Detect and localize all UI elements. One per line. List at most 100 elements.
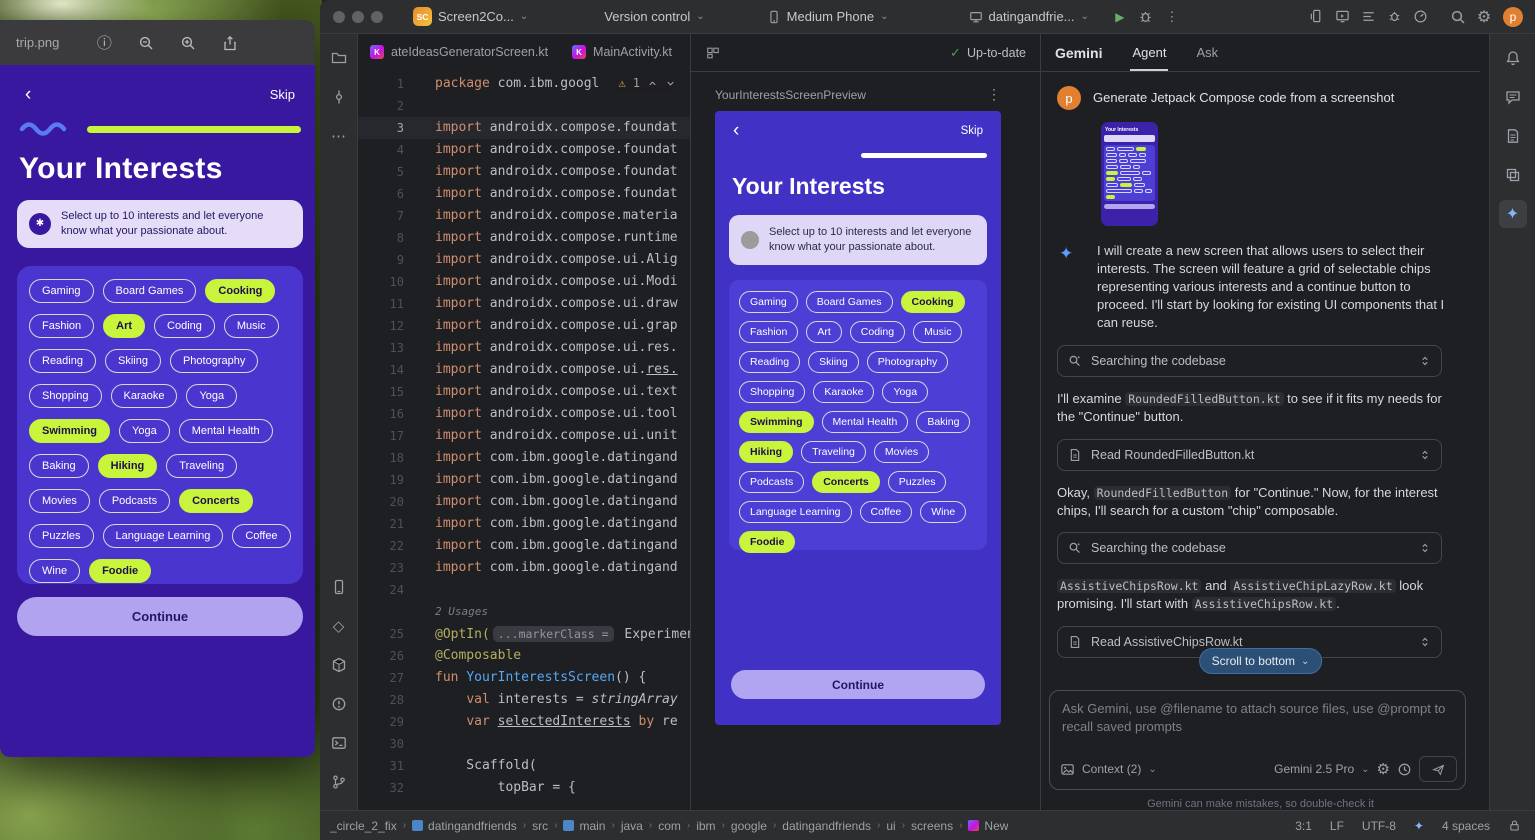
- code-line[interactable]: 20import com.ibm.google.datingand: [358, 491, 690, 513]
- expander-icon[interactable]: [1419, 355, 1431, 367]
- indent-setting[interactable]: 4 spaces: [1442, 819, 1490, 833]
- code-line[interactable]: 25@OptIn(...markerClass = Experiment: [358, 623, 690, 645]
- tab-agent[interactable]: Agent: [1132, 34, 1166, 71]
- zoom-in-icon[interactable]: [177, 32, 199, 54]
- agent-action-chip[interactable]: Searching the codebase: [1057, 532, 1442, 564]
- build-tool-icon[interactable]: [325, 651, 353, 679]
- attached-screenshot-thumbnail[interactable]: Your Interests: [1101, 122, 1158, 226]
- editor-tab[interactable]: KMainActivity.kt: [560, 34, 684, 70]
- lock-icon[interactable]: [1508, 819, 1521, 832]
- agent-action-chip[interactable]: Read RoundedFilledButton.kt: [1057, 439, 1442, 471]
- next-issue-icon[interactable]: [665, 78, 676, 89]
- project-widget[interactable]: SC Screen2Co... ⌄: [405, 4, 536, 30]
- code-line[interactable]: 7import androidx.compose.materia: [358, 205, 690, 227]
- breadcrumb-item[interactable]: screens: [911, 819, 953, 833]
- ai-chat-icon[interactable]: [1499, 83, 1527, 111]
- code-line[interactable]: 24: [358, 579, 690, 601]
- version-control-tool-icon[interactable]: [325, 768, 353, 796]
- device-explorer-icon[interactable]: [1499, 122, 1527, 150]
- code-line[interactable]: 4import androidx.compose.foundat: [358, 139, 690, 161]
- agent-action-chip[interactable]: Searching the codebase: [1057, 345, 1442, 377]
- code-line[interactable]: 13import androidx.compose.ui.res.: [358, 337, 690, 359]
- close-window-button[interactable]: [333, 11, 345, 23]
- preview-more-icon[interactable]: ⋮: [987, 86, 1001, 103]
- send-button[interactable]: [1419, 756, 1457, 782]
- code-line[interactable]: 22import com.ibm.google.datingand: [358, 535, 690, 557]
- preview-layout-icon[interactable]: [701, 41, 725, 65]
- code-line[interactable]: 2 Usages: [358, 601, 690, 623]
- gemini-settings-icon[interactable]: ⚙: [1377, 760, 1390, 778]
- layout-inspector-icon[interactable]: [1499, 161, 1527, 189]
- more-tool-windows-icon[interactable]: ⋯: [325, 122, 353, 150]
- breadcrumb-item[interactable]: google: [731, 819, 767, 833]
- app-insights-icon[interactable]: [1381, 4, 1407, 30]
- info-icon[interactable]: ⓘ: [93, 32, 115, 54]
- code-line[interactable]: 5import androidx.compose.foundat: [358, 161, 690, 183]
- logcat-icon[interactable]: [1355, 4, 1381, 30]
- breadcrumb-item[interactable]: _circle_2_fix: [330, 819, 397, 833]
- code-line[interactable]: 17import androidx.compose.ui.unit: [358, 425, 690, 447]
- code-line[interactable]: 29 var selectedInterests by re: [358, 711, 690, 733]
- model-selector[interactable]: Gemini 2.5 Pro: [1274, 762, 1354, 776]
- zoom-out-icon[interactable]: [135, 32, 157, 54]
- running-devices-icon[interactable]: [1329, 4, 1355, 30]
- code-line[interactable]: 12import androidx.compose.ui.grap: [358, 315, 690, 337]
- history-icon[interactable]: [1397, 762, 1412, 777]
- scroll-to-bottom-button[interactable]: Scroll to bottom ⌄: [1199, 648, 1323, 674]
- inspections-widget[interactable]: ⚠ 1: [615, 74, 680, 92]
- gemini-icon[interactable]: ✦: [1499, 200, 1527, 228]
- breadcrumb-item[interactable]: datingandfriends: [782, 819, 871, 833]
- profiler-icon[interactable]: [1407, 4, 1433, 30]
- share-icon[interactable]: [219, 32, 241, 54]
- editor-tab[interactable]: KateIdeasGeneratorScreen.kt: [358, 34, 560, 70]
- expander-icon[interactable]: [1419, 636, 1431, 648]
- prev-issue-icon[interactable]: [647, 78, 658, 89]
- minimize-window-button[interactable]: [352, 11, 364, 23]
- vcs-widget[interactable]: Version control ⌄: [596, 4, 712, 30]
- notifications-icon[interactable]: [1499, 44, 1527, 72]
- expander-icon[interactable]: [1419, 449, 1431, 461]
- code-line[interactable]: 19import com.ibm.google.datingand: [358, 469, 690, 491]
- code-line[interactable]: 3import androidx.compose.foundat: [358, 117, 690, 139]
- breadcrumb-item[interactable]: main: [563, 819, 605, 833]
- code-line[interactable]: 32 topBar = {: [358, 777, 690, 799]
- code-line[interactable]: 23import com.ibm.google.datingand: [358, 557, 690, 579]
- search-icon[interactable]: [1445, 4, 1471, 30]
- device-manager-icon[interactable]: [1303, 4, 1329, 30]
- problems-tool-icon[interactable]: [325, 690, 353, 718]
- settings-icon[interactable]: ⚙: [1471, 4, 1497, 30]
- breadcrumb-item[interactable]: datingandfriends: [412, 819, 517, 833]
- gem-tool-icon[interactable]: ◇: [325, 612, 353, 640]
- file-encoding[interactable]: UTF-8: [1362, 819, 1396, 833]
- code-line[interactable]: 11import androidx.compose.ui.draw: [358, 293, 690, 315]
- commit-tool-icon[interactable]: [325, 83, 353, 111]
- user-avatar[interactable]: p: [1503, 7, 1523, 27]
- breadcrumb-item[interactable]: java: [621, 819, 643, 833]
- code-line[interactable]: 6import androidx.compose.foundat: [358, 183, 690, 205]
- code-line[interactable]: 15import androidx.compose.ui.text: [358, 381, 690, 403]
- terminal-tool-icon[interactable]: [325, 729, 353, 757]
- project-tool-icon[interactable]: [325, 44, 353, 72]
- code-line[interactable]: 28 val interests = stringArray: [358, 689, 690, 711]
- caret-position[interactable]: 3:1: [1295, 819, 1312, 833]
- device-mirroring-icon[interactable]: [325, 573, 353, 601]
- run-configuration-selector[interactable]: datingandfrie... ⌄: [961, 4, 1097, 30]
- run-button[interactable]: ▶: [1107, 4, 1133, 30]
- more-actions-icon[interactable]: ⋮: [1159, 4, 1185, 30]
- code-line[interactable]: 9import androidx.compose.ui.Alig: [358, 249, 690, 271]
- debug-button[interactable]: [1133, 4, 1159, 30]
- device-selector[interactable]: Medium Phone ⌄: [759, 4, 897, 30]
- code-line[interactable]: 14import androidx.compose.ui.res.: [358, 359, 690, 381]
- gemini-status-icon[interactable]: ✦: [1414, 819, 1424, 833]
- code-line[interactable]: 18import com.ibm.google.datingand: [358, 447, 690, 469]
- code-line[interactable]: 8import androidx.compose.runtime: [358, 227, 690, 249]
- code-line[interactable]: 30: [358, 733, 690, 755]
- code-line[interactable]: 10import androidx.compose.ui.Modi: [358, 271, 690, 293]
- code-line[interactable]: 16import androidx.compose.ui.tool: [358, 403, 690, 425]
- code-line[interactable]: 26@Composable: [358, 645, 690, 667]
- breadcrumb-item[interactable]: ibm: [696, 819, 715, 833]
- usages-hint[interactable]: 2 Usages: [435, 605, 488, 618]
- context-label[interactable]: Context (2): [1082, 762, 1141, 776]
- code-line[interactable]: 2: [358, 95, 690, 117]
- code-line[interactable]: 21import com.ibm.google.datingand: [358, 513, 690, 535]
